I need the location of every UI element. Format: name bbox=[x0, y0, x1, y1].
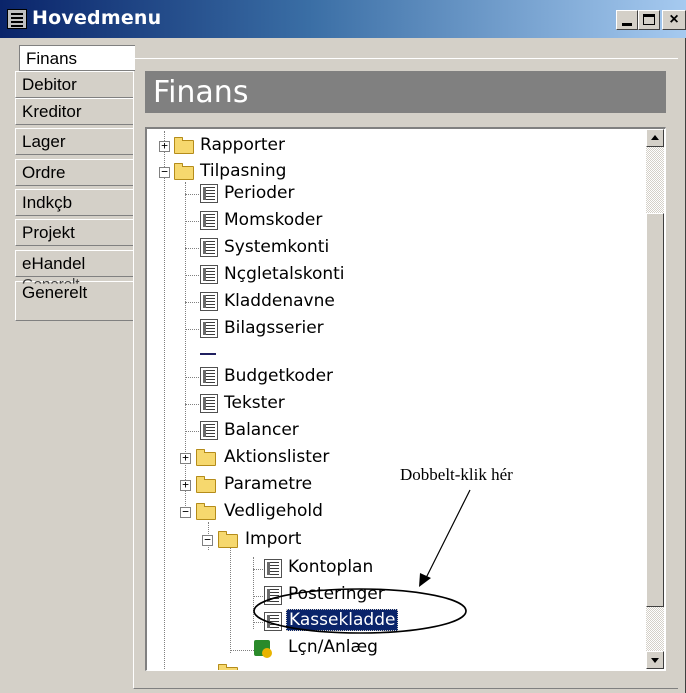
tab-ehandel[interactable]: eHandel bbox=[15, 250, 133, 277]
tab-lager[interactable]: Lager bbox=[15, 128, 133, 155]
window-title: Hovedmenu bbox=[32, 7, 162, 29]
tree-line bbox=[185, 182, 186, 514]
tree-item-budgetkoder[interactable]: Budgetkoder bbox=[224, 366, 333, 386]
folder-icon bbox=[196, 503, 216, 520]
arrow-down-icon bbox=[651, 658, 659, 663]
tree-item-perioder[interactable]: Perioder bbox=[224, 183, 294, 203]
tab-indkob[interactable]: Indkçb bbox=[15, 189, 133, 216]
window-menu-icon[interactable] bbox=[7, 9, 27, 29]
tree-item-kontoplan[interactable]: Kontoplan bbox=[288, 557, 373, 577]
tree-item-import[interactable]: Import bbox=[245, 529, 301, 549]
minimize-button[interactable] bbox=[616, 10, 638, 30]
tree-item-posteringer[interactable]: Posteringer bbox=[288, 584, 385, 604]
arrow-up-icon bbox=[651, 135, 659, 140]
tab-generelt-label: Generelt bbox=[22, 283, 88, 302]
tree-item-nogletalskonti[interactable]: Nçgletalskonti bbox=[224, 264, 345, 284]
scroll-up-button[interactable] bbox=[646, 129, 664, 147]
tab-kreditor[interactable]: Kreditor bbox=[15, 98, 133, 125]
partial-row-artifact bbox=[200, 353, 216, 355]
tree-item-bilagsserier[interactable]: Bilagsserier bbox=[224, 318, 324, 338]
panel-header: Finans bbox=[145, 71, 666, 113]
report-icon bbox=[264, 586, 282, 605]
tree-line bbox=[253, 557, 254, 629]
report-icon bbox=[200, 367, 218, 386]
tree-line bbox=[230, 547, 231, 653]
expand-toggle-aktionslister[interactable]: + bbox=[180, 452, 191, 464]
tree-item-kassekladde[interactable]: Kassekladde bbox=[286, 609, 399, 631]
app-icon bbox=[254, 640, 272, 658]
tree-item-parametre[interactable]: Parametre bbox=[224, 474, 312, 494]
report-icon bbox=[200, 184, 218, 203]
scroll-thumb[interactable] bbox=[646, 213, 664, 607]
tree-item-tekster[interactable]: Tekster bbox=[224, 393, 285, 413]
tab-ordre[interactable]: Ordre bbox=[15, 159, 133, 186]
menu-tree[interactable]: + Rapporter − Tilpasning Perioder Momsko… bbox=[145, 127, 666, 671]
tree-item-momskoder[interactable]: Momskoder bbox=[224, 210, 322, 230]
collapse-toggle-tilpasning[interactable]: − bbox=[159, 166, 170, 178]
tree-line bbox=[164, 131, 165, 670]
tree-item-vedligehold[interactable]: Vedligehold bbox=[224, 501, 323, 521]
folder-icon bbox=[196, 476, 216, 493]
report-icon bbox=[264, 559, 282, 578]
collapse-toggle-import[interactable]: − bbox=[202, 534, 213, 546]
tab-finans[interactable]: Finans bbox=[19, 45, 135, 71]
report-icon bbox=[200, 421, 218, 440]
folder-icon bbox=[174, 163, 194, 180]
folder-icon bbox=[174, 137, 194, 154]
expand-toggle-parametre[interactable]: + bbox=[180, 479, 191, 491]
tree-item-lon-anlaeg[interactable]: Lçn/Anlæg bbox=[288, 637, 378, 657]
vertical-scrollbar[interactable] bbox=[646, 129, 664, 669]
report-icon bbox=[200, 292, 218, 311]
tree-item-aktionslister[interactable]: Aktionslister bbox=[224, 447, 329, 467]
tab-debitor[interactable]: Debitor bbox=[15, 71, 133, 98]
tree-item-systemkonti[interactable]: Systemkonti bbox=[224, 237, 329, 257]
report-icon bbox=[200, 394, 218, 413]
report-icon bbox=[264, 612, 282, 631]
report-icon bbox=[200, 238, 218, 257]
expand-toggle-rapporter[interactable]: + bbox=[159, 140, 170, 152]
panel-title: Finans bbox=[153, 75, 249, 110]
tree-item-kladdenavne[interactable]: Kladdenavne bbox=[224, 291, 335, 311]
tab-projekt[interactable]: Projekt bbox=[15, 219, 133, 246]
maximize-icon bbox=[643, 14, 655, 25]
tree-item-rapporter[interactable]: Rapporter bbox=[200, 135, 285, 155]
annotation-text: Dobbelt-klik hér bbox=[400, 465, 513, 484]
folder-icon bbox=[218, 664, 238, 670]
collapse-toggle-vedligehold[interactable]: − bbox=[180, 506, 191, 518]
folder-icon bbox=[218, 531, 238, 548]
folder-icon bbox=[196, 449, 216, 466]
tree-item-tilpasning[interactable]: Tilpasning bbox=[200, 161, 286, 181]
maximize-button[interactable] bbox=[638, 10, 660, 30]
report-icon bbox=[200, 265, 218, 284]
main-window: Hovedmenu × Finans Debitor Kreditor Lage… bbox=[0, 0, 686, 693]
scroll-down-button[interactable] bbox=[646, 651, 664, 669]
tab-generelt[interactable]: Generelt Generelt bbox=[15, 276, 133, 321]
report-icon bbox=[200, 319, 218, 338]
close-button[interactable]: × bbox=[662, 10, 686, 30]
tree-item-balancer[interactable]: Balancer bbox=[224, 420, 299, 440]
title-bar[interactable]: Hovedmenu × bbox=[0, 0, 686, 38]
minimize-icon bbox=[622, 23, 632, 26]
report-icon bbox=[200, 211, 218, 230]
